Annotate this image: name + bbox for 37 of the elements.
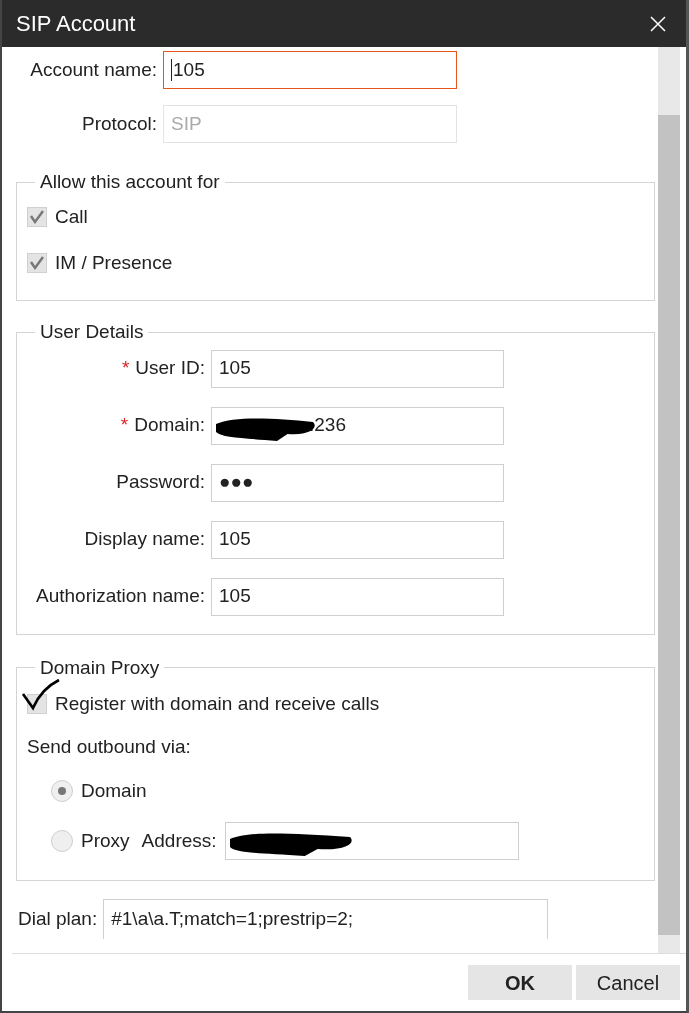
checkbox[interactable] — [27, 206, 47, 227]
group-title: Domain Proxy — [39, 656, 161, 680]
window-title: SIP Account — [16, 10, 136, 38]
group-title: User Details — [39, 320, 145, 344]
text-field[interactable]: .236 — [211, 406, 504, 445]
dialog-button[interactable]: Cancel — [576, 965, 680, 1000]
section-label: Send outbound via: — [27, 735, 192, 760]
required-marker: * — [120, 414, 129, 436]
scrollbar[interactable] — [658, 47, 680, 953]
text-field[interactable]: ●●● — [211, 463, 504, 502]
field-label: Address: — [141, 828, 217, 853]
field-label: Account name: — [29, 57, 158, 82]
radio-label: Domain — [81, 778, 147, 803]
text-field[interactable] — [224, 821, 519, 860]
checkbox[interactable] — [27, 252, 47, 273]
text-field[interactable]: 105 — [211, 520, 504, 559]
dialog-button[interactable]: OK — [468, 965, 572, 1000]
radio-button[interactable] — [51, 829, 73, 852]
radio-label: Proxy — [81, 828, 130, 853]
close-icon[interactable] — [650, 15, 666, 32]
field-label: User ID: — [135, 357, 205, 379]
text-field[interactable]: #1\a\a.T;match=1;prestrip=2; — [103, 898, 549, 939]
field-label: Authorization name: — [36, 585, 205, 607]
field-label: Dial plan: — [18, 906, 98, 931]
field-label: Display name: — [84, 528, 205, 550]
radio-button[interactable] — [51, 779, 73, 802]
checkbox-label: Register with domain and receive calls — [55, 692, 380, 717]
field-label: Domain: — [134, 414, 205, 436]
field-label: Protocol: — [81, 111, 158, 136]
text-field[interactable]: 105 — [211, 349, 504, 388]
checkbox-label: IM / Presence — [55, 250, 173, 275]
checkbox-label: Call — [55, 204, 88, 229]
text-field[interactable]: 105 — [163, 51, 457, 89]
text-field[interactable]: 105 — [211, 577, 504, 616]
field-label: Password: — [116, 471, 205, 493]
required-marker: * — [121, 357, 130, 379]
group-title: Allow this account for — [39, 171, 221, 194]
